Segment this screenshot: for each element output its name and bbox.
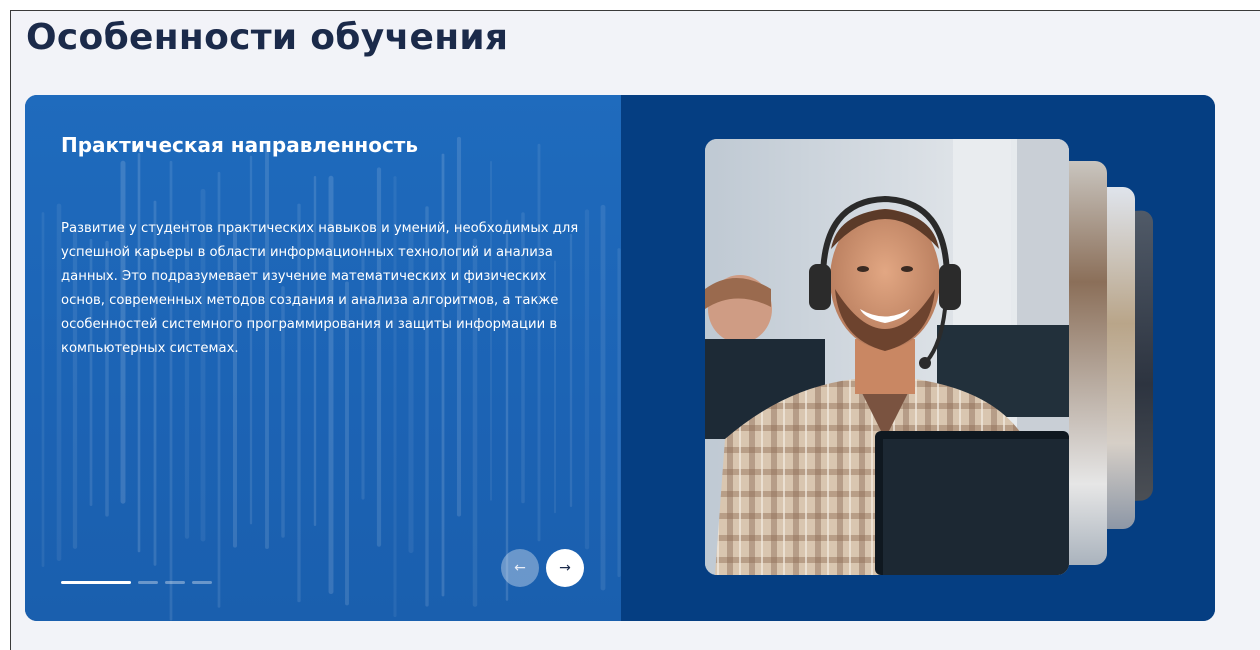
- section-title: Особенности обучения: [26, 17, 509, 58]
- pagination-dot[interactable]: [165, 581, 185, 584]
- photo-stack: [705, 139, 1165, 579]
- page: Особенности обучения Практическая направ…: [10, 10, 1260, 650]
- pagination-dot[interactable]: [138, 581, 158, 584]
- slide-image-panel: [621, 95, 1215, 621]
- arrow-left-icon: ←: [514, 560, 526, 576]
- slider-pagination: [61, 581, 212, 585]
- prev-slide-button[interactable]: ←: [501, 549, 539, 587]
- features-slider: Практическая направленность Развитие у с…: [25, 95, 1215, 621]
- next-slide-button[interactable]: →: [546, 549, 584, 587]
- pagination-dot[interactable]: [192, 581, 212, 584]
- slide-description: Развитие у студентов практических навыко…: [61, 221, 579, 356]
- main-photo-card: [705, 139, 1069, 575]
- slide-title: Практическая направленность: [61, 133, 419, 157]
- arrow-right-icon: →: [559, 560, 571, 576]
- pagination-dot[interactable]: [61, 581, 131, 584]
- slide-text-panel: Практическая направленность Развитие у с…: [25, 95, 621, 621]
- person-with-headset-photo: [705, 139, 1069, 575]
